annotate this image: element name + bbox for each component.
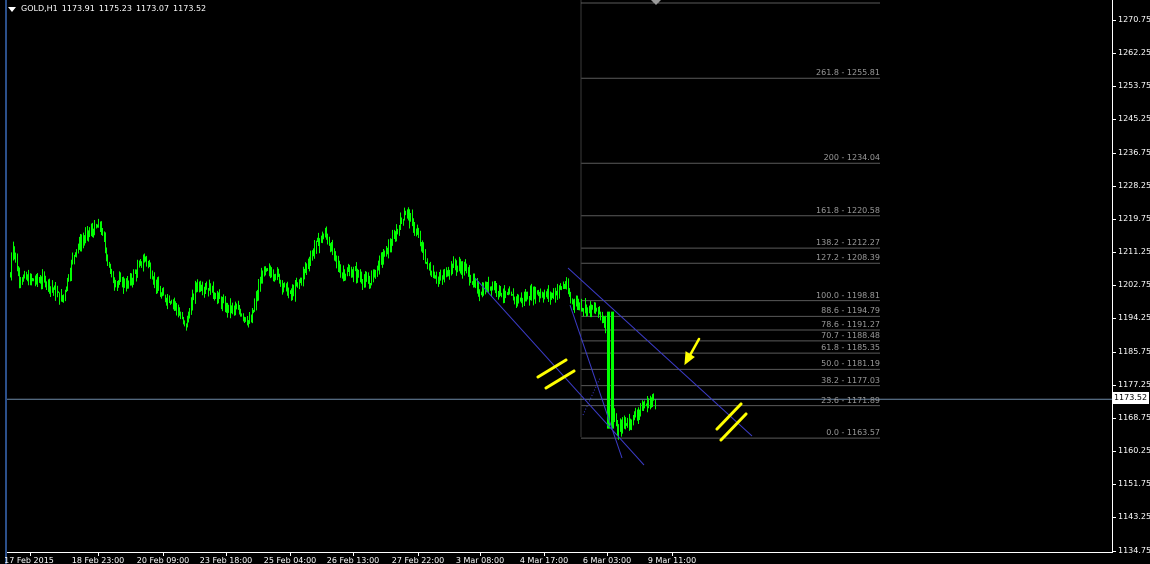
time-tick-label: 26 Feb 13:00 [326, 556, 380, 564]
price-chart[interactable] [0, 0, 1150, 564]
fibonacci-level-label: 38.2 - 1177.03 [821, 375, 880, 385]
candlestick-series [10, 207, 656, 440]
annotation-parallel-left [536, 358, 576, 390]
time-axis-line [7, 552, 1113, 553]
price-tick-mark [1113, 550, 1116, 552]
price-tick-mark [1113, 53, 1116, 55]
price-tick-label: 1253.75 [1118, 81, 1150, 91]
low-value: 1173.07 [135, 4, 170, 13]
fibonacci-level-label: 161.8 - 1220.58 [816, 205, 880, 215]
trendline-dotted [582, 377, 601, 416]
fibonacci-level-label: 88.6 - 1194.79 [821, 306, 880, 316]
fibonacci-level-label: 261.8 - 1255.81 [816, 68, 880, 78]
time-tick-label: 17 Feb 2015 [4, 556, 54, 564]
price-tick-label: 1270.75 [1118, 15, 1150, 24]
symbol-label: GOLD,H1 [21, 4, 58, 13]
price-tick-mark [1113, 417, 1116, 419]
fibonacci-level-label: 127.2 - 1208.39 [816, 253, 880, 263]
annotation-arrow-icon [684, 337, 701, 366]
fibonacci-level-label: 100.0 - 1198.81 [816, 290, 880, 300]
price-tick-mark [1113, 484, 1116, 486]
price-tick-mark [1113, 152, 1116, 154]
chart-header: GOLD,H1 1173.91 1175.23 1173.07 1173.52 [8, 3, 206, 15]
price-tick-mark [1113, 119, 1116, 121]
price-tick-mark [1113, 185, 1116, 187]
price-tick-label: 1160.25 [1118, 446, 1150, 456]
time-tick-label: 20 Feb 09:00 [136, 556, 190, 564]
price-tick-label: 1202.75 [1118, 280, 1150, 290]
price-tick-label: 1262.25 [1118, 48, 1150, 58]
price-tick-label: 1177.25 [1118, 379, 1150, 389]
price-tick-label: 1211.25 [1118, 247, 1150, 257]
high-value: 1175.23 [98, 4, 132, 13]
price-tick-label: 1228.25 [1118, 180, 1150, 190]
price-tick-mark [1113, 384, 1116, 386]
open-value: 1173.91 [61, 4, 95, 13]
fibonacci-level-label: 70.7 - 1188.48 [821, 330, 880, 340]
price-tick-mark [1113, 252, 1116, 254]
price-tick-label: 1151.75 [1118, 479, 1150, 489]
time-tick-label: 3 Mar 08:00 [455, 556, 505, 564]
time-tick-label: 9 Mar 11:00 [647, 556, 697, 564]
trendline-lower [474, 277, 645, 466]
fibonacci-level-label: 50.0 - 1181.19 [821, 359, 880, 369]
price-tick-mark [1113, 318, 1116, 320]
price-tick-mark [1113, 451, 1116, 453]
fibonacci-level-label: 138.2 - 1212.27 [816, 238, 880, 248]
dropdown-arrow-icon[interactable] [8, 6, 16, 12]
price-tick-label: 1134.75 [1118, 545, 1150, 555]
price-tick-label: 1143.25 [1118, 512, 1150, 522]
price-tick-label: 1219.75 [1118, 213, 1150, 223]
price-tick-label: 1245.25 [1118, 114, 1150, 124]
price-tick-label: 1185.75 [1118, 346, 1150, 356]
price-tick-mark [1113, 285, 1116, 287]
chart-window[interactable]: GOLD,H1 1173.91 1175.23 1173.07 1173.52 … [0, 0, 1150, 564]
fibonacci-level-label: 23.6 - 1171.89 [821, 395, 880, 405]
fibonacci-level-label: 0.0 - 1163.57 [826, 428, 880, 438]
price-tick-label: 1236.75 [1118, 147, 1150, 157]
price-axis-line [1112, 0, 1113, 552]
fibonacci-level-label: 200 - 1234.04 [823, 153, 880, 163]
trendline-steep [569, 304, 623, 459]
fibonacci-level-label: 61.8 - 1185.35 [821, 343, 880, 353]
time-tick-label: 6 Mar 03:00 [582, 556, 632, 564]
time-tick-label: 18 Feb 23:00 [71, 556, 125, 564]
current-price-badge: 1173.52 [1112, 392, 1149, 404]
price-tick-label: 1168.75 [1118, 412, 1150, 422]
time-tick-label: 4 Mar 17:00 [519, 556, 569, 564]
annotation-parallel-right [715, 402, 748, 442]
time-tick-label: 25 Feb 04:00 [263, 556, 317, 564]
time-tick-label: 23 Feb 18:00 [199, 556, 253, 564]
fibonacci-level-label: 78.6 - 1191.27 [821, 320, 880, 330]
price-tick-mark [1113, 517, 1116, 519]
time-tick-label: 27 Feb 22:00 [391, 556, 445, 564]
price-tick-mark [1113, 218, 1116, 220]
price-tick-label: 1194.25 [1118, 313, 1150, 323]
price-tick-mark [1113, 86, 1116, 88]
price-tick-mark [1113, 351, 1116, 353]
price-tick-mark [1113, 20, 1116, 21]
close-value: 1173.52 [173, 4, 207, 13]
